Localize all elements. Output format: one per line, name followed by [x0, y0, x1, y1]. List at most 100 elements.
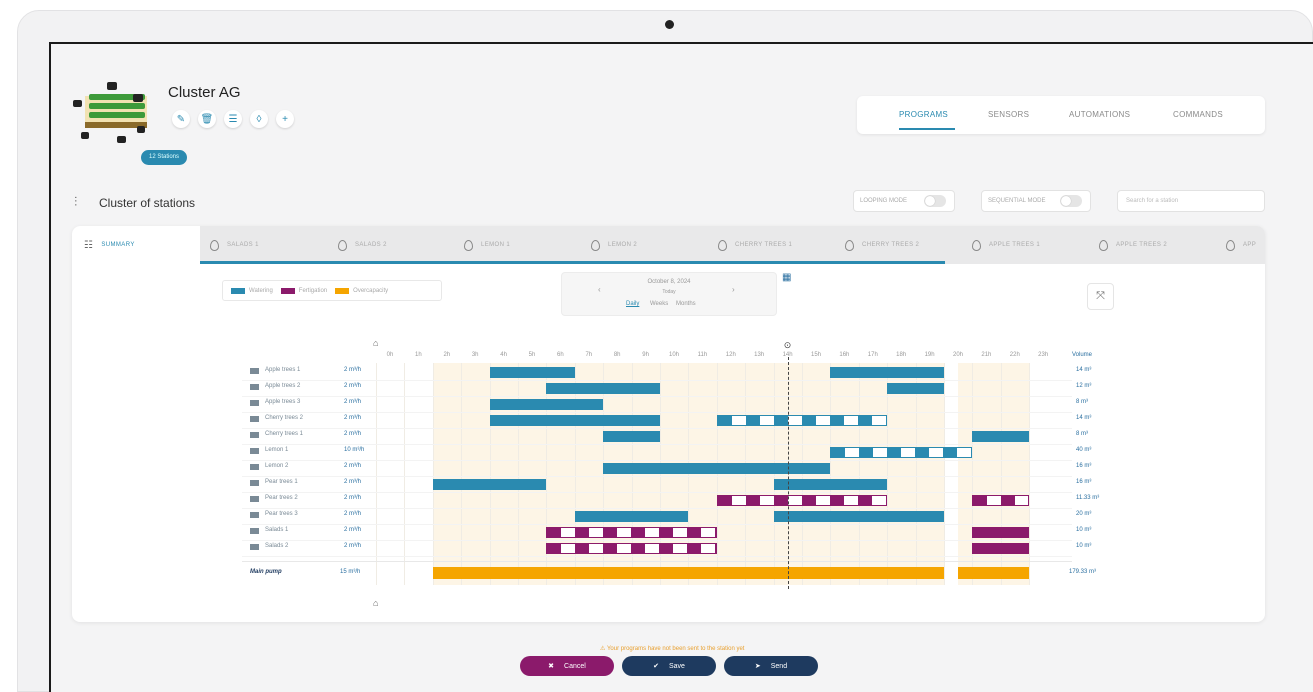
- sequential-mode-toggle[interactable]: SEQUENTIAL MODE: [981, 190, 1091, 212]
- looping-mode-toggle[interactable]: LOOPING MODE: [853, 190, 955, 212]
- watering-bar[interactable]: [489, 399, 604, 410]
- tab-automations[interactable]: AUTOMATIONS: [1069, 110, 1130, 119]
- hour-label: 11h: [697, 352, 708, 358]
- station-rate: 2 m³/h: [344, 527, 362, 533]
- pump-rate: 15 m³/h: [340, 569, 361, 575]
- fertigation-bar-pulsed[interactable]: [546, 543, 717, 554]
- watering-bar-pulsed[interactable]: [716, 415, 888, 426]
- station-rate: 2 m³/h: [344, 431, 362, 437]
- watering-bar[interactable]: [773, 479, 888, 490]
- section-title: Cluster of stations: [99, 196, 196, 210]
- pump-bar[interactable]: [432, 567, 944, 579]
- station-volume: 14 m³: [1076, 415, 1092, 421]
- hour-label: 19h: [924, 352, 935, 358]
- cluster-icon: ⫶: [74, 194, 78, 209]
- watering-bar[interactable]: [432, 479, 547, 490]
- toggle-switch[interactable]: [924, 195, 946, 207]
- hour-label: 5h: [528, 352, 536, 358]
- station-search-input[interactable]: Search for a station: [1117, 190, 1265, 212]
- fertigation-bar-pulsed[interactable]: [546, 527, 717, 538]
- hour-label: 22h: [1009, 352, 1020, 358]
- toggle-switch[interactable]: [1060, 195, 1082, 207]
- pump-name: Main pump: [250, 569, 282, 575]
- station-volume: 20 m³: [1076, 511, 1092, 517]
- add-icon[interactable]: +: [276, 110, 294, 128]
- hour-label: 12h: [725, 352, 736, 358]
- watering-bar-pulsed[interactable]: [830, 447, 973, 458]
- sequential-mode-label: SEQUENTIAL MODE: [988, 198, 1046, 204]
- volume-header: Volume: [1072, 352, 1093, 358]
- pump-bar[interactable]: [958, 567, 1030, 579]
- watering-bar[interactable]: [972, 431, 1030, 442]
- watering-bar[interactable]: [773, 511, 944, 522]
- range-end-icon[interactable]: ⌂: [373, 598, 378, 608]
- station-rate: 2 m³/h: [344, 511, 362, 517]
- tab-commands[interactable]: COMMANDS: [1173, 110, 1223, 119]
- hour-label: 16h: [839, 352, 850, 358]
- warning-icon: ⚠: [600, 646, 607, 652]
- hour-label: 1h: [415, 352, 422, 358]
- hour-label: 15h: [810, 352, 821, 358]
- tab-sensors[interactable]: SENSORS: [988, 110, 1029, 119]
- station-volume: 16 m³: [1076, 479, 1092, 485]
- station-volume: 10 m³: [1076, 527, 1092, 533]
- cluster-title: Cluster AG: [168, 84, 241, 101]
- station-rate: 2 m³/h: [344, 479, 362, 485]
- now-clock-icon: ⊙: [783, 340, 792, 350]
- station-rate: 2 m³/h: [344, 399, 362, 405]
- camera-dot: [665, 20, 674, 29]
- hour-label: 7h: [585, 352, 593, 358]
- watering-bar[interactable]: [489, 415, 660, 426]
- hour-label: 21h: [981, 352, 992, 358]
- row-divider: [242, 540, 1072, 541]
- cancel-button[interactable]: ✖ Cancel: [520, 656, 614, 676]
- close-icon: ✖: [548, 663, 555, 670]
- station-icon: [250, 448, 259, 454]
- unsent-warning: ⚠ Your programs have not been sent to th…: [600, 645, 744, 652]
- station-rate: 2 m³/h: [344, 495, 362, 501]
- top-nav: PROGRAMS SENSORS AUTOMATIONS COMMANDS: [857, 96, 1265, 134]
- hour-label: 20h: [952, 352, 963, 358]
- station-icon: [250, 416, 259, 422]
- station-volume: 12 m³: [1076, 383, 1092, 389]
- row-divider: [242, 556, 1072, 557]
- fertigation-bar-pulsed[interactable]: [716, 495, 888, 506]
- station-name: Lemon 2: [265, 463, 289, 469]
- watering-bar[interactable]: [574, 511, 689, 522]
- row-divider: [242, 412, 1072, 413]
- station-name: Salads 1: [265, 527, 289, 533]
- delete-icon[interactable]: 🗑: [198, 110, 216, 128]
- send-button[interactable]: ➤ Send: [724, 656, 818, 676]
- stations-badge: 12 Stations: [141, 150, 188, 165]
- hour-label: 8h: [613, 352, 621, 358]
- fertigation-bar-pulsed[interactable]: [972, 495, 1030, 506]
- station-volume: 14 m³: [1076, 367, 1092, 373]
- watering-bar[interactable]: [546, 383, 660, 394]
- station-rate: 10 m³/h: [344, 447, 365, 453]
- station-icon: [250, 480, 259, 486]
- edit-icon[interactable]: ✎: [172, 110, 190, 128]
- schedule-chart: 0h 1h 2h 3h 4h 5h 6h 7h 8h 9h 10h 11h 12h 13h 14h 15h 16…: [72, 226, 1265, 622]
- range-start-icon[interactable]: ⌂: [373, 338, 378, 348]
- warning-text: Your programs have not been sent to the …: [606, 646, 745, 652]
- tab-programs[interactable]: PROGRAMS: [899, 110, 948, 119]
- hour-label: 3h: [471, 352, 479, 358]
- hour-label: 2h: [443, 352, 451, 358]
- fertigation-bar[interactable]: [972, 527, 1030, 538]
- save-label: Save: [668, 662, 685, 670]
- watering-bar[interactable]: [603, 431, 660, 442]
- station-name: Lemon 1: [265, 447, 289, 453]
- station-rate: 2 m³/h: [344, 543, 362, 549]
- station-icon: [250, 544, 259, 550]
- station-icon: [250, 368, 259, 374]
- save-button[interactable]: ✔ Save: [622, 656, 716, 676]
- station-volume: 10 m³: [1076, 543, 1092, 549]
- current-time-line: [787, 357, 789, 589]
- watering-bar[interactable]: [887, 383, 944, 394]
- watering-bar[interactable]: [603, 463, 831, 474]
- list-icon[interactable]: ☰: [224, 110, 242, 128]
- watering-bar[interactable]: [489, 367, 575, 378]
- drop-icon[interactable]: ◊: [250, 110, 268, 128]
- fertigation-bar[interactable]: [972, 543, 1030, 554]
- watering-bar[interactable]: [830, 367, 944, 378]
